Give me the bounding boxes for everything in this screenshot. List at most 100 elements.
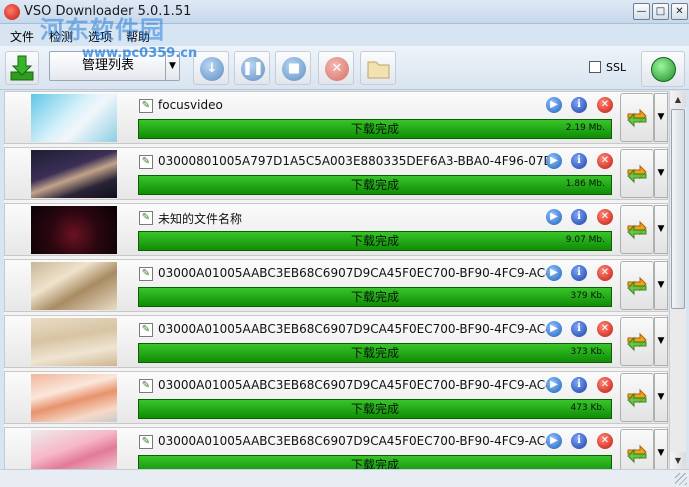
menu-detect[interactable]: 检测	[49, 28, 73, 45]
list-selector-value: 管理列表	[81, 58, 134, 73]
video-thumbnail	[31, 430, 117, 469]
download-status: 下载完成	[350, 178, 399, 192]
convert-options-dropdown[interactable]: ▼	[654, 93, 668, 142]
convert-options-dropdown[interactable]: ▼	[654, 149, 668, 198]
download-status: 下载完成	[350, 290, 399, 304]
convert-options-dropdown[interactable]: ▼	[654, 261, 668, 310]
delete-icon[interactable]: ✕	[597, 153, 613, 169]
download-button[interactable]	[5, 51, 39, 85]
pause-button[interactable]: ❚❚	[234, 51, 270, 85]
download-row[interactable]: ✎ 03000A01005AABC3EB68C6907D9CA45F0EC700…	[4, 259, 668, 312]
play-icon[interactable]: ▶	[546, 97, 562, 113]
convert-arrows-icon	[627, 276, 647, 296]
ssl-checkbox[interactable]	[589, 61, 601, 73]
info-icon[interactable]: i	[571, 433, 587, 449]
toolbar: 管理列表 ▼ ↓ ❚❚ ■ ✕ SSL	[0, 46, 689, 90]
download-status: 下载完成	[350, 122, 399, 136]
scrollbar-thumb[interactable]	[671, 109, 685, 309]
file-size: 9.07 Mb.	[565, 235, 605, 245]
download-row[interactable]: ✎ 03000801005A797D1A5C5A003E880335DEF6A3…	[4, 147, 668, 200]
stop-icon: ■	[282, 57, 306, 81]
convert-arrows-icon	[627, 332, 647, 352]
progress-bar: 下载完成 2.19 Mb.	[138, 119, 612, 139]
scroll-up-arrow-icon[interactable]: ▲	[670, 91, 686, 108]
menu-help[interactable]: 帮助	[126, 28, 150, 45]
file-name: 03000A01005AABC3EB68C6907D9CA45F0EC700-B…	[158, 434, 548, 448]
convert-arrows-icon	[627, 220, 647, 240]
info-icon[interactable]: i	[571, 265, 587, 281]
convert-options-dropdown[interactable]: ▼	[654, 317, 668, 366]
maximize-button[interactable]: □	[652, 3, 669, 20]
file-name: 03000801005A797D1A5C5A003E880335DEF6A3-B…	[158, 154, 548, 168]
play-icon[interactable]: ▶	[546, 377, 562, 393]
delete-icon[interactable]: ✕	[597, 433, 613, 449]
menu-file[interactable]: 文件	[10, 28, 34, 45]
cancel-button[interactable]: ✕	[318, 51, 354, 85]
download-status: 下载完成	[350, 402, 399, 416]
play-icon[interactable]: ▶	[546, 209, 562, 225]
convert-button[interactable]	[620, 149, 654, 198]
globe-icon	[651, 57, 676, 82]
convert-arrows-icon	[627, 388, 647, 408]
download-row[interactable]: ✎ focusvideo ▶ i ✕ 下载完成 2.19 Mb. ▼	[4, 91, 668, 144]
rename-icon[interactable]: ✎	[139, 155, 153, 169]
file-size: 473 Kb.	[570, 403, 605, 413]
ssl-toggle[interactable]: SSL	[589, 61, 626, 74]
pause-icon: ❚❚	[241, 57, 265, 81]
menu-options[interactable]: 选项	[88, 28, 112, 45]
progress-bar: 下载完成 373 Kb.	[138, 343, 612, 363]
chevron-down-icon[interactable]: ▼	[165, 52, 179, 80]
convert-options-dropdown[interactable]: ▼	[654, 429, 668, 469]
info-icon[interactable]: i	[571, 321, 587, 337]
rename-icon[interactable]: ✎	[139, 323, 153, 337]
play-icon[interactable]: ▶	[546, 265, 562, 281]
delete-icon[interactable]: ✕	[597, 97, 613, 113]
rename-icon[interactable]: ✎	[139, 379, 153, 393]
download-row[interactable]: ✎ 03000A01005AABC3EB68C6907D9CA45F0EC700…	[4, 371, 668, 424]
info-icon[interactable]: i	[571, 153, 587, 169]
web-browser-button[interactable]	[641, 51, 685, 87]
rename-icon[interactable]: ✎	[139, 211, 153, 225]
play-icon[interactable]: ▶	[546, 153, 562, 169]
delete-icon[interactable]: ✕	[597, 265, 613, 281]
delete-icon[interactable]: ✕	[597, 321, 613, 337]
resume-download-button[interactable]: ↓	[193, 51, 229, 85]
rename-icon[interactable]: ✎	[139, 267, 153, 281]
progress-bar: 下载完成 1.86 Mb.	[138, 175, 612, 195]
rename-icon[interactable]: ✎	[139, 435, 153, 449]
minimize-button[interactable]: —	[633, 3, 650, 20]
play-icon[interactable]: ▶	[546, 433, 562, 449]
open-folder-button[interactable]	[360, 51, 396, 85]
download-row[interactable]: ✎ 未知的文件名称 ▶ i ✕ 下载完成 9.07 Mb. ▼	[4, 203, 668, 256]
info-icon[interactable]: i	[571, 377, 587, 393]
resize-grip-icon[interactable]	[675, 473, 687, 485]
info-icon[interactable]: i	[571, 97, 587, 113]
scroll-down-arrow-icon[interactable]: ▼	[670, 452, 686, 469]
convert-options-dropdown[interactable]: ▼	[654, 205, 668, 254]
convert-button[interactable]	[620, 429, 654, 469]
vertical-scrollbar[interactable]: ▲ ▼	[669, 91, 686, 469]
download-row[interactable]: ✎ 03000A01005AABC3EB68C6907D9CA45F0EC700…	[4, 315, 668, 368]
ssl-label: SSL	[606, 61, 627, 74]
video-thumbnail	[31, 318, 117, 366]
play-icon[interactable]: ▶	[546, 321, 562, 337]
window-title: VSO Downloader 5.0.1.51	[24, 4, 192, 19]
arrow-down-icon: ↓	[200, 57, 224, 81]
close-button[interactable]: ✕	[671, 3, 688, 20]
convert-arrows-icon	[627, 108, 647, 128]
delete-icon[interactable]: ✕	[597, 377, 613, 393]
list-selector[interactable]: 管理列表 ▼	[49, 51, 180, 81]
convert-button[interactable]	[620, 261, 654, 310]
convert-button[interactable]	[620, 93, 654, 142]
rename-icon[interactable]: ✎	[139, 99, 153, 113]
file-size: 379 Kb.	[570, 291, 605, 301]
convert-button[interactable]	[620, 373, 654, 422]
download-row[interactable]: ✎ 03000A01005AABC3EB68C6907D9CA45F0EC700…	[4, 427, 668, 469]
convert-button[interactable]	[620, 205, 654, 254]
stop-button[interactable]: ■	[275, 51, 311, 85]
convert-options-dropdown[interactable]: ▼	[654, 373, 668, 422]
title-bar: VSO Downloader 5.0.1.51 — □ ✕	[0, 0, 689, 24]
delete-icon[interactable]: ✕	[597, 209, 613, 225]
convert-button[interactable]	[620, 317, 654, 366]
info-icon[interactable]: i	[571, 209, 587, 225]
